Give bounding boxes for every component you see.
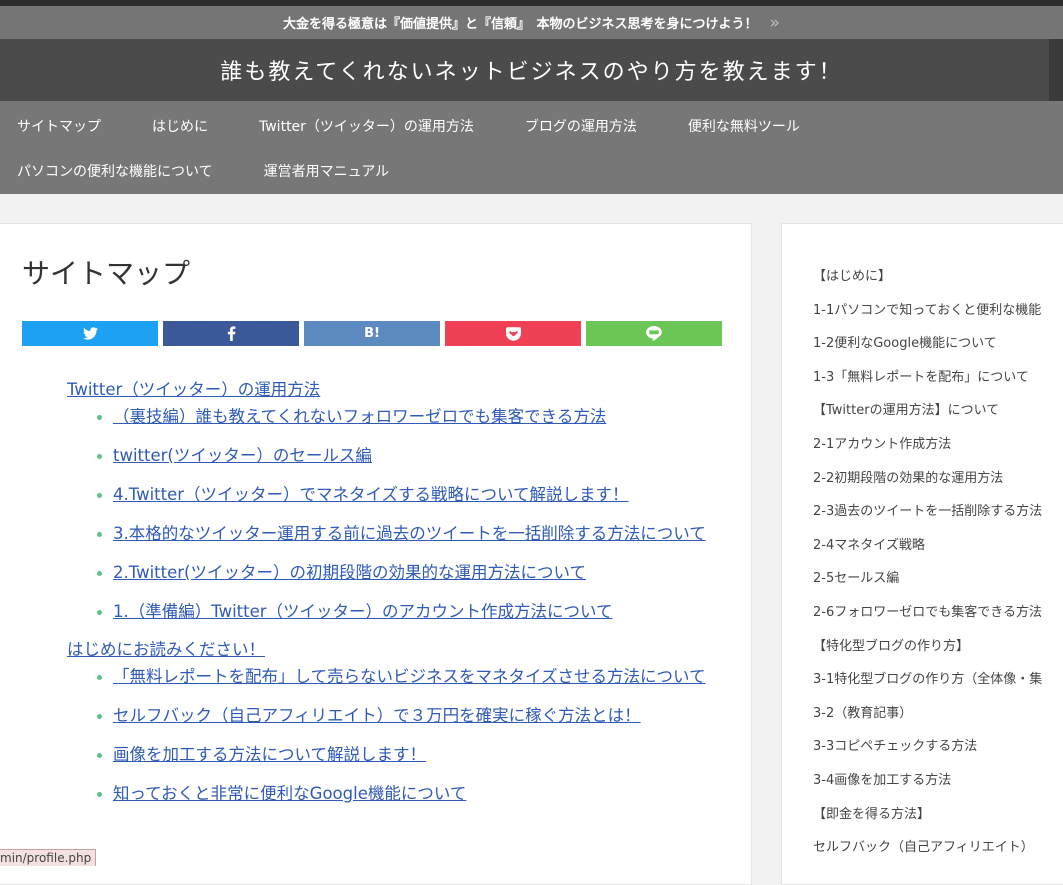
sitemap-list: Twitter（ツイッター）の運用方法 （裏技編）誰も教えてくれないフォロワーゼ… [67,379,727,821]
sitemap-post-link[interactable]: twitter(ツイッター）のセールス編 [113,446,372,465]
site-header: 誰も教えてくれないネットビジネスのやり方を教えます！ [0,39,1063,114]
hatena-bookmark-button[interactable]: B! [304,321,440,346]
list-item: 画像を加工する方法について解説します！ [97,743,727,767]
sidebar-item[interactable]: 3-1特化型ブログの作り方（全体像・集 [813,667,1042,701]
double-chevron-right-icon: » [769,12,780,33]
sidebar-heading-blog[interactable]: 【特化型ブログの作り方】 [813,634,1042,668]
share-buttons: B! [22,321,727,346]
list-item: 「無料レポートを配布」して売らないビジネスをマネタイズさせる方法について [97,665,727,689]
hatena-b-icon: B! [364,326,380,341]
nav-row-2: パソコンの便利な機能について 運営者用マニュアル [0,148,423,194]
twitter-share-button[interactable] [22,321,158,346]
main-content: サイトマップ B! Twitter（ツイッター）の運用方法 （裏技編）誰も教えて… [0,223,752,885]
sitemap-post-link[interactable]: 知っておくと非常に便利なGoogle機能について [113,784,466,803]
list-item: twitter(ツイッター）のセールス編 [97,444,727,468]
list-item: 1.（準備編）Twitter（ツイッター）のアカウント作成方法について [97,600,727,624]
nav-item-sitemap[interactable]: サイトマップ [0,116,118,136]
facebook-share-button[interactable] [163,321,299,346]
line-share-button[interactable] [586,321,722,346]
sidebar-menu: 【はじめに】 1-1パソコンで知っておくと便利な機能 1-2便利なGoogle機… [813,264,1042,869]
sitemap-post-list: （裏技編）誰も教えてくれないフォロワーゼロでも集客できる方法 twitter(ツ… [67,405,727,624]
nav-item-free-tools[interactable]: 便利な無料ツール [671,116,817,136]
nav-item-pc-features[interactable]: パソコンの便利な機能について [0,161,230,181]
sitemap-post-link[interactable]: 3.本格的なツイッター運用する前に過去のツイートを一括削除する方法について [113,524,706,543]
list-item: （裏技編）誰も教えてくれないフォロワーゼロでも集客できる方法 [97,405,727,429]
list-item: 知っておくと非常に便利なGoogle機能について [97,782,727,806]
sitemap-post-link[interactable]: セルフバック（自己アフィリエイト）で３万円を確実に稼ぐ方法とは！ [113,706,641,725]
sidebar-widget: 【はじめに】 1-1パソコンで知っておくと便利な機能 1-2便利なGoogle機… [781,223,1063,885]
notice-bar[interactable]: 大金を得る極意は『価値提供』と『信頼』 本物のビジネス思考を身につけよう！ » [0,6,1063,39]
sidebar-item[interactable]: 1-2便利なGoogle機能について [813,331,1042,365]
sidebar-item[interactable]: 2-3過去のツイートを一括削除する方法 [813,499,1042,533]
pocket-icon [505,326,521,341]
sidebar-item[interactable]: 3-4画像を加工する方法 [813,768,1042,802]
sidebar-item[interactable]: 2-4マネタイズ戦略 [813,533,1042,567]
sitemap-category-link[interactable]: Twitter（ツイッター）の運用方法 [67,379,727,401]
sitemap-post-list: 「無料レポートを配布」して売らないビジネスをマネタイズさせる方法について セルフ… [67,665,727,806]
nav-row-1: サイトマップ はじめに Twitter（ツイッター）の運用方法 ブログの運用方法… [0,103,834,149]
sidebar-item[interactable]: 2-5セールス編 [813,566,1042,600]
sidebar-heading-twitter[interactable]: 【Twitterの運用方法】について [813,398,1042,432]
sidebar-item[interactable]: 2-6フォロワーゼロでも集客できる方法 [813,600,1042,634]
global-nav: サイトマップ はじめに Twitter（ツイッター）の運用方法 ブログの運用方法… [0,101,1063,194]
sidebar-item[interactable]: 3-3コピペチェックする方法 [813,734,1042,768]
sitemap-post-link[interactable]: （裏技編）誰も教えてくれないフォロワーゼロでも集客できる方法 [113,407,606,426]
line-speech-bubble-icon [646,326,662,341]
sidebar-item[interactable]: セルフバック（自己アフィリエイト） [813,835,1042,869]
status-bar-url: min/profile.php [0,849,97,866]
notice-text: 大金を得る極意は『価値提供』と『信頼』 本物のビジネス思考を身につけよう！ [283,17,758,32]
pocket-share-button[interactable] [445,321,581,346]
sidebar-item[interactable]: 3-2（教育記事） [813,701,1042,735]
sitemap-post-link[interactable]: 「無料レポートを配布」して売らないビジネスをマネタイズさせる方法について [113,667,706,686]
nav-item-admin-manual[interactable]: 運営者用マニュアル [247,161,407,181]
sidebar-heading-quick-money[interactable]: 【即金を得る方法】 [813,802,1042,836]
sitemap-post-link[interactable]: 2.Twitter(ツイッター）の初期段階の効果的な運用方法について [113,563,586,582]
sitemap-post-link[interactable]: 1.（準備編）Twitter（ツイッター）のアカウント作成方法について [113,602,613,621]
facebook-f-icon [227,326,235,341]
sidebar-item[interactable]: 2-1アカウント作成方法 [813,432,1042,466]
list-item: 4.Twitter（ツイッター）でマネタイズする戦略について解説します！ [97,483,727,507]
sitemap-category-link[interactable]: はじめにお読みください！ [67,639,727,661]
twitter-bird-icon [82,327,98,340]
sidebar-heading-intro[interactable]: 【はじめに】 [813,264,1042,298]
sitemap-post-link[interactable]: 画像を加工する方法について解説します！ [113,745,426,764]
sidebar-item[interactable]: 2-2初期段階の効果的な運用方法 [813,466,1042,500]
nav-item-twitter[interactable]: Twitter（ツイッター）の運用方法 [242,116,491,136]
nav-item-intro[interactable]: はじめに [135,116,225,136]
sidebar-item[interactable]: 1-3「無料レポートを配布」について [813,365,1042,399]
nav-item-blog[interactable]: ブログの運用方法 [508,116,654,136]
sidebar-item[interactable]: 1-1パソコンで知っておくと便利な機能 [813,298,1042,332]
sitemap-post-link[interactable]: 4.Twitter（ツイッター）でマネタイズする戦略について解説します！ [113,485,629,504]
list-item: セルフバック（自己アフィリエイト）で３万円を確実に稼ぐ方法とは！ [97,704,727,728]
site-title[interactable]: 誰も教えてくれないネットビジネスのやり方を教えます！ [220,54,842,86]
list-item: 2.Twitter(ツイッター）の初期段階の効果的な運用方法について [97,561,727,585]
page-title: サイトマップ [22,257,191,290]
list-item: 3.本格的なツイッター運用する前に過去のツイートを一括削除する方法について [97,522,727,546]
